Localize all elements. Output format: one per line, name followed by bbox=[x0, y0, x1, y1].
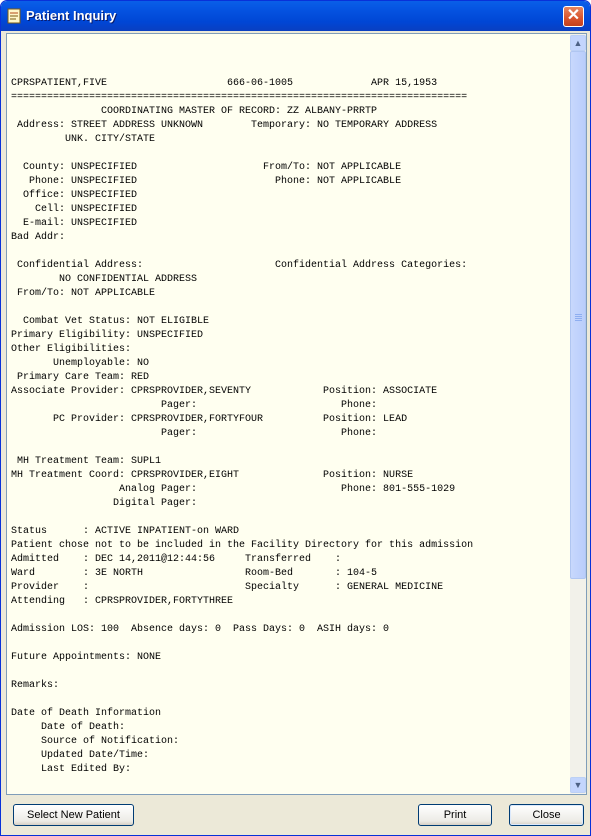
report-line: UNK. CITY/STATE bbox=[11, 134, 156, 145]
report-line: Digital Pager: bbox=[11, 498, 198, 509]
patient-report-textbox[interactable]: CPRSPATIENT,FIVE 666-06-1005 APR 15,1953… bbox=[6, 33, 587, 795]
vertical-scrollbar[interactable]: ▲ ▼ bbox=[570, 34, 586, 794]
patient-report-text: CPRSPATIENT,FIVE 666-06-1005 APR 15,1953… bbox=[11, 77, 473, 777]
report-line: Office: UNSPECIFIED bbox=[11, 190, 138, 201]
report-line: Primary Eligibility: UNSPECIFIED bbox=[11, 330, 204, 341]
scroll-thumb[interactable] bbox=[570, 51, 586, 579]
report-line bbox=[11, 245, 473, 259]
report-line: Cell: UNSPECIFIED bbox=[11, 204, 138, 215]
report-line: Updated Date/Time: bbox=[11, 750, 150, 761]
select-new-patient-button[interactable]: Select New Patient bbox=[13, 804, 134, 826]
report-line bbox=[11, 693, 473, 707]
report-line bbox=[11, 637, 473, 651]
report-line: Provider : Specialty : GENERAL MEDICINE bbox=[11, 582, 444, 593]
report-line: PC Provider: CPRSPROVIDER,FORTYFOUR Posi… bbox=[11, 414, 408, 425]
report-line: Pager: Phone: bbox=[11, 400, 378, 411]
patient-document-icon bbox=[7, 8, 21, 24]
report-line: MH Treatment Coord: CPRSPROVIDER,EIGHT P… bbox=[11, 470, 414, 481]
report-line: Admitted : DEC 14,2011@12:44:56 Transfer… bbox=[11, 554, 342, 565]
window-title: Patient Inquiry bbox=[26, 8, 117, 23]
report-line: MH Treatment Team: SUPL1 bbox=[11, 456, 162, 467]
report-line: Admission LOS: 100 Absence days: 0 Pass … bbox=[11, 624, 390, 635]
close-button[interactable]: Close bbox=[509, 804, 584, 826]
scroll-grip bbox=[575, 314, 582, 315]
report-line: CPRSPATIENT,FIVE 666-06-1005 APR 15,1953 bbox=[11, 78, 438, 89]
report-line: Patient chose not to be included in the … bbox=[11, 540, 474, 551]
report-line: County: UNSPECIFIED From/To: NOT APPLICA… bbox=[11, 162, 402, 173]
report-line: Remarks: bbox=[11, 680, 60, 691]
report-line: COORDINATING MASTER OF RECORD: ZZ ALBANY… bbox=[11, 106, 378, 117]
print-button[interactable]: Print bbox=[418, 804, 492, 826]
report-line: Phone: UNSPECIFIED Phone: NOT APPLICABLE bbox=[11, 176, 402, 187]
report-line: E-mail: UNSPECIFIED bbox=[11, 218, 138, 229]
scroll-down-icon[interactable]: ▼ bbox=[570, 777, 586, 793]
report-line: ========================================… bbox=[11, 92, 468, 103]
report-line bbox=[11, 511, 473, 525]
report-line: Unemployable: NO bbox=[11, 358, 150, 369]
report-line: Confidential Address: Confidential Addre… bbox=[11, 260, 468, 271]
report-line: Primary Care Team: RED bbox=[11, 372, 150, 383]
report-line: Date of Death: bbox=[11, 722, 126, 733]
report-line: From/To: NOT APPLICABLE bbox=[11, 288, 156, 299]
report-line: Status : ACTIVE INPATIENT-on WARD bbox=[11, 526, 240, 537]
report-line: Attending : CPRSPROVIDER,FORTYTHREE bbox=[11, 596, 234, 607]
report-line bbox=[11, 609, 473, 623]
report-line: Source of Notification: bbox=[11, 736, 180, 747]
client-area: CPRSPATIENT,FIVE 666-06-1005 APR 15,1953… bbox=[4, 31, 587, 831]
report-line: Date of Death Information bbox=[11, 708, 162, 719]
scroll-up-icon[interactable]: ▲ bbox=[570, 35, 586, 51]
report-line: Ward : 3E NORTH Room-Bed : 104-5 bbox=[11, 568, 378, 579]
report-line: Future Appointments: NONE bbox=[11, 652, 162, 663]
report-line: Bad Addr: bbox=[11, 232, 66, 243]
report-line bbox=[11, 665, 473, 679]
report-line: Other Eligibilities: bbox=[11, 344, 132, 355]
title-bar[interactable]: Patient Inquiry ✕ bbox=[1, 1, 590, 31]
report-line: Pager: Phone: bbox=[11, 428, 378, 439]
report-line bbox=[11, 441, 473, 455]
report-line bbox=[11, 147, 473, 161]
report-line: Combat Vet Status: NOT ELIGIBLE bbox=[11, 316, 210, 327]
report-line: Analog Pager: Phone: 801-555-1029 bbox=[11, 484, 456, 495]
report-line: Associate Provider: CPRSPROVIDER,SEVENTY… bbox=[11, 386, 438, 397]
patient-inquiry-window: Patient Inquiry ✕ CPRSPATIENT,FIVE 666-0… bbox=[0, 0, 591, 836]
report-line: Last Edited By: bbox=[11, 764, 132, 775]
report-line: Address: STREET ADDRESS UNKNOWN Temporar… bbox=[11, 120, 438, 131]
report-line: NO CONFIDENTIAL ADDRESS bbox=[11, 274, 198, 285]
close-window-icon[interactable]: ✕ bbox=[563, 6, 584, 27]
report-line bbox=[11, 301, 473, 315]
